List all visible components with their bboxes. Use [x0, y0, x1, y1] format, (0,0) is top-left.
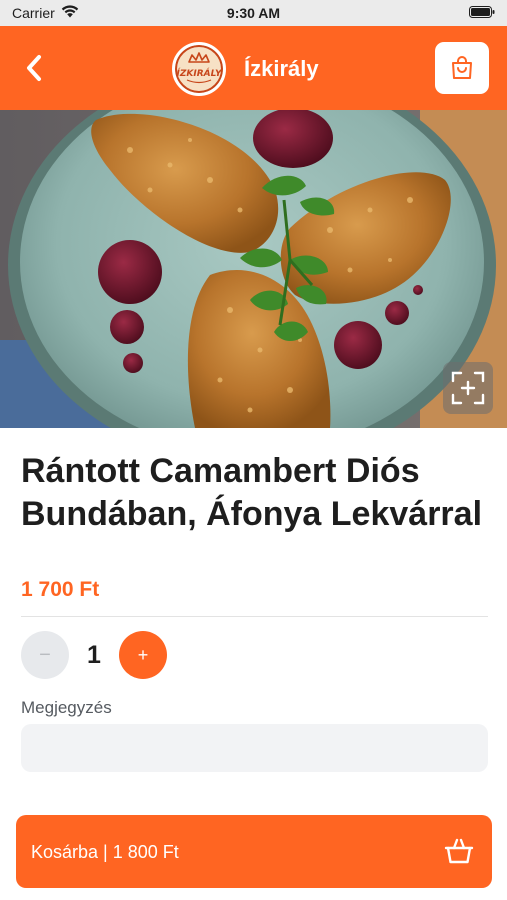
- back-button[interactable]: [14, 48, 54, 88]
- divider: [21, 616, 488, 617]
- app-header: ÍZKIRÁLY Ízkirály: [0, 26, 507, 110]
- basket-icon: [444, 838, 474, 864]
- chevron-left-icon: [27, 55, 41, 81]
- product-name: Rántott Camambert Diós Bundában, Áfonya …: [21, 452, 483, 533]
- page-title: Ízkirály: [244, 56, 319, 81]
- brand-logo: ÍZKIRÁLY: [172, 42, 226, 96]
- status-time: 9:30 AM: [226, 5, 281, 21]
- note-label: Megjegyzés: [21, 698, 112, 717]
- shopping-bag-icon: [452, 56, 472, 79]
- add-to-cart-label: Kosárba | 1 800 Ft: [31, 842, 179, 862]
- quantity-value: 1: [87, 641, 101, 669]
- svg-text:ÍZKIRÁLY: ÍZKIRÁLY: [177, 67, 223, 79]
- quantity-decrease-button[interactable]: −: [21, 631, 69, 679]
- product-price: 1 700 Ft: [21, 578, 100, 601]
- add-to-cart-button[interactable]: Kosárba | 1 800 Ft: [16, 815, 492, 888]
- note-input[interactable]: [21, 724, 488, 772]
- status-bar: Carrier 9:30 AM: [0, 0, 507, 26]
- quantity-increase-button[interactable]: +: [119, 631, 167, 679]
- battery-icon: [469, 6, 495, 18]
- product-image: [0, 110, 507, 428]
- image-expand-button[interactable]: [443, 362, 493, 414]
- cart-button[interactable]: [435, 42, 489, 94]
- expand-icon: [451, 371, 485, 405]
